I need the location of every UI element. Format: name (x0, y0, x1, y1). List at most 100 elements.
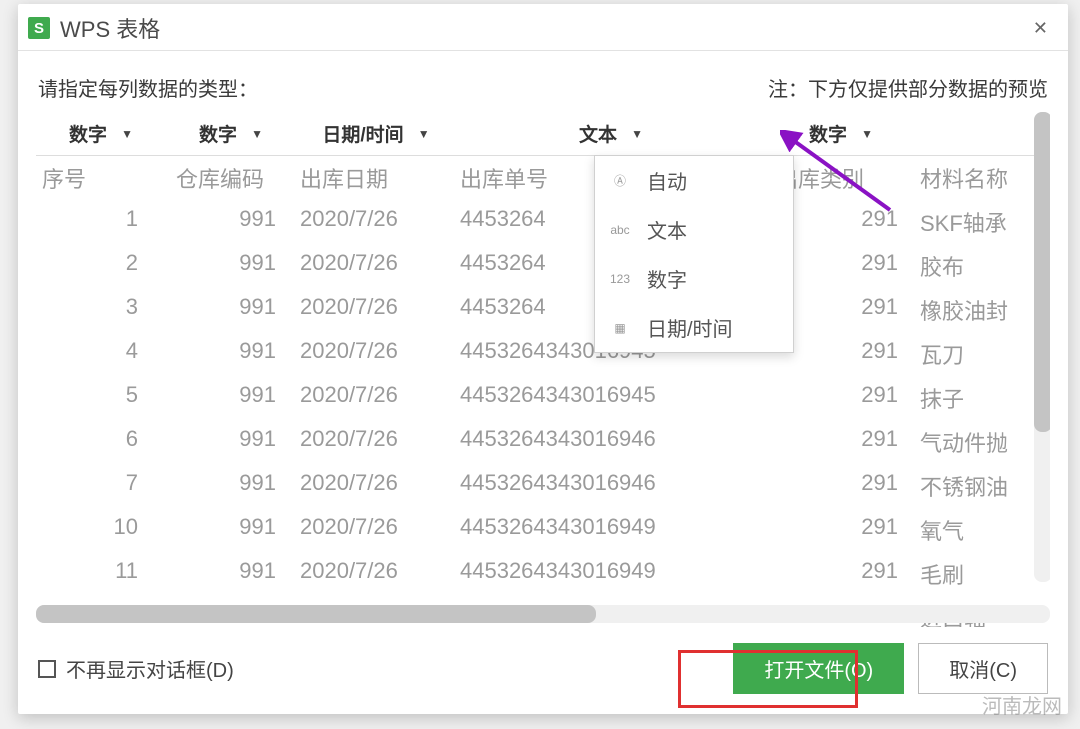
table-row: 29912020/7/264453264291胶布 (36, 244, 1050, 288)
chevron-down-icon: ▼ (418, 127, 430, 141)
cell: 991 (166, 514, 296, 546)
dialog-footer: 不再显示对话框(D) 打开文件(O) 取消(C) (18, 627, 1068, 714)
dont-show-checkbox[interactable]: 不再显示对话框(D) (38, 654, 234, 683)
checkbox-box-icon (38, 660, 56, 678)
cell: 2020/7/26 (296, 382, 456, 414)
cell: 2020/7/26 (296, 514, 456, 546)
cell: 2020/7/26 (296, 338, 456, 370)
col-type-select-2[interactable]: 日期/时间 ▼ (296, 112, 456, 155)
type-dropdown: Ⓐ 自动 abc 文本 123 数字 ▦ 日期/时间 (594, 155, 794, 353)
cancel-button[interactable]: 取消(C) (918, 643, 1048, 694)
table-row: 69912020/7/264453264343016946291气动件抛 (36, 420, 1050, 464)
cell: 气动件抛 (916, 426, 1046, 458)
col-type-label: 数字 (69, 120, 107, 147)
cell: 4453264343016949 (456, 514, 766, 546)
dropdown-item-label: 日期/时间 (647, 313, 733, 342)
scroll-thumb[interactable] (1034, 112, 1050, 432)
cell: 7 (36, 470, 166, 502)
close-icon[interactable]: ✕ (1027, 16, 1054, 41)
cell: 2 (36, 250, 166, 282)
cell: 抹子 (916, 382, 1046, 414)
cell: 991 (166, 206, 296, 238)
cell: 11 (36, 558, 166, 590)
col-title: 出库日期 (296, 162, 456, 194)
table-row: 119912020/7/264453264343016949291毛刷 (36, 552, 1050, 596)
cell: 4453264343016949 (456, 558, 766, 590)
dropdown-item-label: 自动 (647, 166, 687, 195)
cell: 瓦刀 (916, 338, 1046, 370)
titlebar: S WPS 表格 ✕ (18, 4, 1068, 51)
dropdown-item-auto[interactable]: Ⓐ 自动 (595, 156, 793, 205)
app-badge-icon: S (28, 17, 50, 39)
cell: 2020/7/26 (296, 558, 456, 590)
col-type-label: 文本 (579, 120, 617, 147)
cell: 2020/7/26 (296, 426, 456, 458)
cell: 2020/7/26 (296, 294, 456, 326)
cell: 991 (166, 250, 296, 282)
col-title: 材料名称 (916, 162, 1046, 194)
cell: 氧气 (916, 514, 1046, 546)
cell: 291 (766, 382, 916, 414)
cell: 991 (166, 558, 296, 590)
cell: 291 (766, 558, 916, 590)
preview-note: 注：下方仅提供部分数据的预览 (768, 73, 1048, 102)
import-dialog: S WPS 表格 ✕ 请指定每列数据的类型： 注：下方仅提供部分数据的预览 数字… (18, 4, 1068, 714)
table-row: 59912020/7/264453264343016945291抹子 (36, 376, 1050, 420)
cell: 胶布 (916, 250, 1046, 282)
cell: 4453264343016946 (456, 470, 766, 502)
annotation-arrow-icon (780, 130, 900, 230)
chevron-down-icon: ▼ (631, 127, 643, 141)
col-type-label: 日期/时间 (322, 120, 403, 147)
cell: 291 (766, 514, 916, 546)
col-title: 序号 (36, 162, 166, 194)
dont-show-label: 不再显示对话框(D) (66, 654, 234, 683)
vertical-scrollbar[interactable] (1034, 112, 1050, 582)
cell: 2020/7/26 (296, 250, 456, 282)
cell: 291 (766, 470, 916, 502)
cell: 5 (36, 382, 166, 414)
scroll-thumb[interactable] (36, 605, 596, 623)
col-title: 仓库编码 (166, 162, 296, 194)
auto-icon: Ⓐ (609, 172, 631, 189)
cell: 不锈钢油 (916, 470, 1046, 502)
text-icon: abc (609, 223, 631, 237)
cell: 4453264343016945 (456, 382, 766, 414)
cell: 3 (36, 294, 166, 326)
cell: 991 (166, 426, 296, 458)
open-file-button[interactable]: 打开文件(O) (733, 643, 904, 694)
cell: 2020/7/26 (296, 470, 456, 502)
horizontal-scrollbar[interactable] (36, 605, 1050, 623)
cell: 991 (166, 338, 296, 370)
dropdown-item-label: 数字 (647, 264, 687, 293)
cell: 991 (166, 294, 296, 326)
table-row: 109912020/7/264453264343016949291氧气 (36, 508, 1050, 552)
cell: 4453264343016946 (456, 426, 766, 458)
col-type-select-0[interactable]: 数字 ▼ (36, 112, 166, 155)
cell: 991 (166, 470, 296, 502)
cell: 4 (36, 338, 166, 370)
col-type-select-3[interactable]: 文本 ▼ (456, 112, 766, 155)
cell: 橡胶油封 (916, 294, 1046, 326)
table-row: 79912020/7/264453264343016946291不锈钢油 (36, 464, 1050, 508)
calendar-icon: ▦ (609, 321, 631, 335)
cell: 10 (36, 514, 166, 546)
chevron-down-icon: ▼ (121, 127, 133, 141)
cell: 6 (36, 426, 166, 458)
chevron-down-icon: ▼ (251, 127, 263, 141)
window-title: WPS 表格 (60, 12, 160, 44)
col-type-select-1[interactable]: 数字 ▼ (166, 112, 296, 155)
dropdown-item-number[interactable]: 123 数字 (595, 254, 793, 303)
number-icon: 123 (609, 272, 631, 286)
cell: 291 (766, 426, 916, 458)
instruction-row: 请指定每列数据的类型： 注：下方仅提供部分数据的预览 (18, 51, 1068, 112)
cell: 1 (36, 206, 166, 238)
cell: 2020/7/26 (296, 206, 456, 238)
cell: 毛刷 (916, 558, 1046, 590)
dropdown-item-datetime[interactable]: ▦ 日期/时间 (595, 303, 793, 352)
col-type-label: 数字 (199, 120, 237, 147)
dropdown-item-text[interactable]: abc 文本 (595, 205, 793, 254)
data-rows: 19912020/7/264453264291SKF轴承29912020/7/2… (36, 200, 1050, 627)
cell: SKF轴承 (916, 206, 1046, 238)
dropdown-item-label: 文本 (647, 215, 687, 244)
table-row: 39912020/7/264453264291橡胶油封 (36, 288, 1050, 332)
